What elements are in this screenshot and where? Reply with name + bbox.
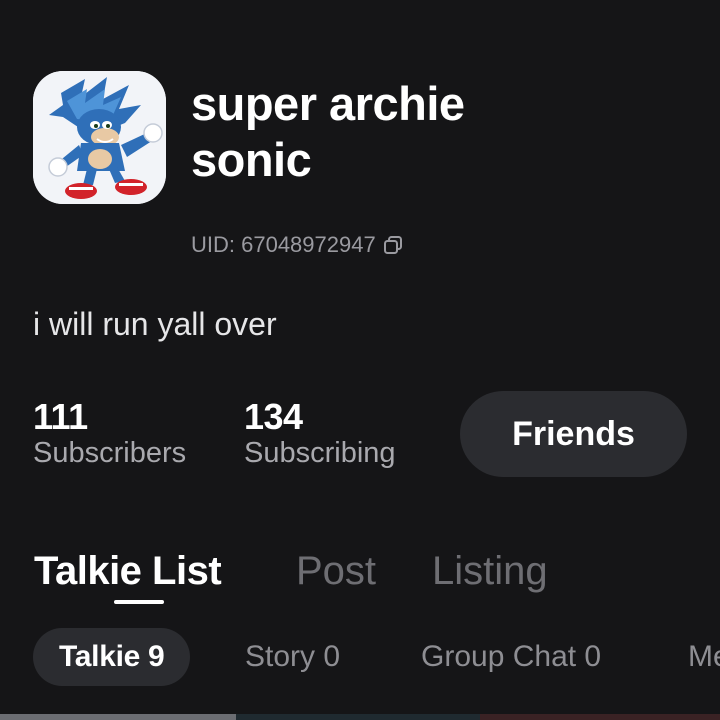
character-avatar-icon bbox=[33, 71, 166, 204]
main-tab-bar: Talkie List Post Listing bbox=[0, 545, 720, 615]
subscribers-label: Subscribers bbox=[33, 437, 187, 469]
avatar[interactable] bbox=[33, 71, 166, 204]
subscribers-stat[interactable]: 111 Subscribers bbox=[33, 398, 186, 470]
subscribing-stat[interactable]: 134 Subscribing bbox=[244, 398, 396, 470]
sub-tab-story[interactable]: Story 0 bbox=[245, 628, 340, 686]
uid-text: UID: 67048972947 bbox=[191, 232, 376, 257]
sub-tab-me[interactable]: Me bbox=[688, 628, 720, 686]
subscribing-count: 134 bbox=[244, 396, 303, 437]
content-preview-strip bbox=[0, 714, 720, 720]
sub-tab-group-chat[interactable]: Group Chat 0 bbox=[421, 628, 601, 686]
profile-name: super archie sonic bbox=[191, 76, 691, 188]
tab-listing[interactable]: Listing bbox=[432, 545, 548, 597]
content-preview-2[interactable] bbox=[236, 714, 480, 720]
uid-row: UID: 67048972947 bbox=[191, 232, 404, 258]
sub-tab-bar: Talkie 9 Story 0 Group Chat 0 Me bbox=[0, 628, 720, 686]
tab-talkie-list[interactable]: Talkie List bbox=[34, 545, 222, 597]
profile-name-line-1: super archie bbox=[191, 77, 465, 130]
tab-post[interactable]: Post bbox=[296, 545, 376, 597]
active-tab-indicator bbox=[114, 600, 164, 604]
content-preview-1[interactable] bbox=[0, 714, 236, 720]
subscribers-count: 111 bbox=[33, 396, 88, 437]
profile-name-line-2: sonic bbox=[191, 133, 312, 186]
profile-bio: i will run yall over bbox=[33, 306, 277, 342]
copy-icon[interactable] bbox=[382, 234, 404, 256]
subscribing-label: Subscribing bbox=[244, 437, 396, 469]
content-preview-3[interactable] bbox=[480, 714, 720, 720]
friends-button[interactable]: Friends bbox=[460, 391, 687, 477]
profile-page: super archie sonic UID: 67048972947 i wi… bbox=[0, 0, 720, 720]
sub-tab-talkie[interactable]: Talkie 9 bbox=[33, 628, 191, 686]
